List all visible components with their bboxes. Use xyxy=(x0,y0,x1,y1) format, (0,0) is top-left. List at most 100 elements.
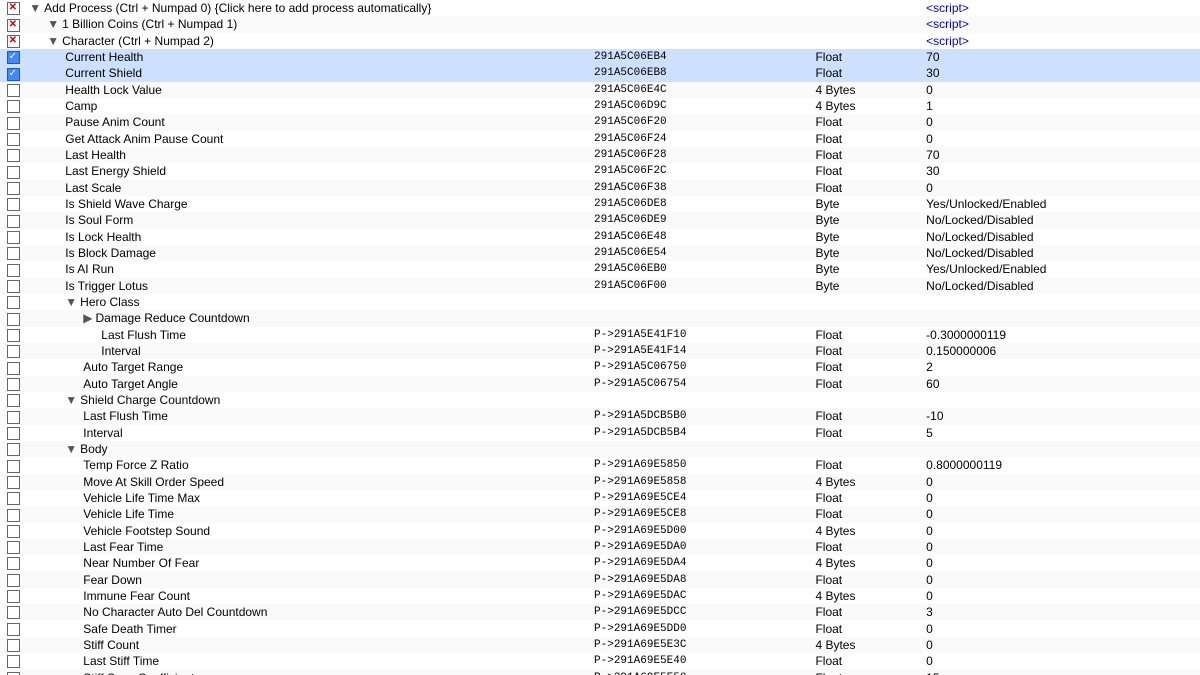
table-row[interactable]: Pause Anim Count291A5C06F20Float0 xyxy=(0,114,1200,130)
table-row[interactable]: Last Stiff TimeP->291A69E5E40Float0 xyxy=(0,653,1200,669)
entry-value[interactable]: 0 xyxy=(923,490,1200,506)
table-row[interactable]: Is AI Run291A5C06EB0ByteYes/Unlocked/Ena… xyxy=(0,261,1200,277)
table-row[interactable]: Last Fear TimeP->291A69E5DA0Float0 xyxy=(0,539,1200,555)
checkbox-cell[interactable] xyxy=(0,441,26,457)
entry-value[interactable]: 0.150000006 xyxy=(923,343,1200,359)
checkbox-cell[interactable] xyxy=(0,196,26,212)
checkbox-cell[interactable] xyxy=(0,653,26,669)
checkbox-cell[interactable] xyxy=(0,376,26,392)
table-row[interactable]: ▼Character (Ctrl + Numpad 2)<script> xyxy=(0,33,1200,49)
checkbox-cell[interactable] xyxy=(0,637,26,653)
entry-value[interactable]: <script> xyxy=(923,0,1200,16)
checkbox-cell[interactable] xyxy=(0,82,26,98)
entry-value[interactable]: 70 xyxy=(923,49,1200,65)
table-row[interactable]: Stiff CountP->291A69E5E3C4 Bytes0 xyxy=(0,637,1200,653)
entry-value[interactable] xyxy=(923,441,1200,457)
checkbox-cell[interactable] xyxy=(0,163,26,179)
tree-arrow-icon[interactable]: ▼ xyxy=(65,442,77,456)
checkbox-cell[interactable] xyxy=(0,359,26,375)
table-row[interactable]: No Character Auto Del CountdownP->291A69… xyxy=(0,604,1200,620)
entry-value[interactable]: 60 xyxy=(923,376,1200,392)
entry-value[interactable]: 30 xyxy=(923,65,1200,81)
entry-value[interactable]: -0.3000000119 xyxy=(923,327,1200,343)
entry-value[interactable]: 2 xyxy=(923,359,1200,375)
entry-value[interactable]: No/Locked/Disabled xyxy=(923,229,1200,245)
entry-value[interactable]: 3 xyxy=(923,604,1200,620)
table-row[interactable]: ✓Current Health291A5C06EB4Float70 xyxy=(0,49,1200,65)
checkbox-cell[interactable] xyxy=(0,539,26,555)
table-row[interactable]: Near Number Of FearP->291A69E5DA44 Bytes… xyxy=(0,555,1200,571)
checkbox-cell[interactable] xyxy=(0,16,26,32)
checkbox-cell[interactable] xyxy=(0,474,26,490)
table-row[interactable]: Fear DownP->291A69E5DA8Float0 xyxy=(0,571,1200,587)
tree-arrow-icon[interactable]: ▼ xyxy=(29,1,41,15)
entry-value[interactable]: No/Locked/Disabled xyxy=(923,278,1200,294)
checkbox-cell[interactable] xyxy=(0,343,26,359)
table-row[interactable]: Health Lock Value291A5C06E4C4 Bytes0 xyxy=(0,82,1200,98)
checkbox-cell[interactable] xyxy=(0,392,26,408)
table-row[interactable]: Is Block Damage291A5C06E54ByteNo/Locked/… xyxy=(0,245,1200,261)
entry-value[interactable]: 0 xyxy=(923,506,1200,522)
checkbox-cell[interactable] xyxy=(0,408,26,424)
table-row[interactable]: Stiff Save CoefficientP->291A69E5E50Floa… xyxy=(0,669,1200,675)
table-row[interactable]: Auto Target AngleP->291A5C06754Float60 xyxy=(0,376,1200,392)
entry-value[interactable] xyxy=(923,294,1200,310)
entry-value[interactable]: No/Locked/Disabled xyxy=(923,212,1200,228)
entry-value[interactable]: 5 xyxy=(923,425,1200,441)
checkbox-cell[interactable] xyxy=(0,310,26,326)
checkbox-cell[interactable] xyxy=(0,425,26,441)
checkbox-cell[interactable] xyxy=(0,294,26,310)
table-row[interactable]: Vehicle Footstep SoundP->291A69E5D004 By… xyxy=(0,523,1200,539)
table-row[interactable]: Last Energy Shield291A5C06F2CFloat30 xyxy=(0,163,1200,179)
entry-value[interactable]: Yes/Unlocked/Enabled xyxy=(923,196,1200,212)
checkbox-cell[interactable] xyxy=(0,98,26,114)
entry-value[interactable]: -10 xyxy=(923,408,1200,424)
tree-arrow-icon[interactable]: ▼ xyxy=(47,34,59,48)
checkbox-cell[interactable] xyxy=(0,261,26,277)
entry-value[interactable]: No/Locked/Disabled xyxy=(923,245,1200,261)
checkbox-cell[interactable] xyxy=(0,33,26,49)
table-row[interactable]: ▼Hero Class xyxy=(0,294,1200,310)
table-row[interactable]: ▶Damage Reduce Countdown xyxy=(0,310,1200,326)
entry-value[interactable]: <script> xyxy=(923,33,1200,49)
entry-value[interactable]: 70 xyxy=(923,147,1200,163)
table-row[interactable]: IntervalP->291A5E41F14Float0.150000006 xyxy=(0,343,1200,359)
tree-arrow-icon[interactable]: ▶ xyxy=(83,311,92,325)
checkbox-cell[interactable] xyxy=(0,327,26,343)
entry-value[interactable]: <script> xyxy=(923,16,1200,32)
table-row[interactable]: Immune Fear CountP->291A69E5DAC4 Bytes0 xyxy=(0,588,1200,604)
table-row[interactable]: ▼Body xyxy=(0,441,1200,457)
entry-value[interactable]: 0 xyxy=(923,131,1200,147)
table-row[interactable]: Camp291A5C06D9C4 Bytes1 xyxy=(0,98,1200,114)
table-row[interactable]: Move At Skill Order SpeedP->291A69E58584… xyxy=(0,474,1200,490)
checkbox-cell[interactable] xyxy=(0,571,26,587)
checkbox-cell[interactable] xyxy=(0,669,26,675)
entry-value[interactable]: 30 xyxy=(923,163,1200,179)
table-row[interactable]: IntervalP->291A5DCB5B4Float5 xyxy=(0,425,1200,441)
checkbox-cell[interactable] xyxy=(0,147,26,163)
entry-value[interactable] xyxy=(923,392,1200,408)
table-row[interactable]: Safe Death TimerP->291A69E5DD0Float0 xyxy=(0,620,1200,636)
entry-value[interactable]: 1 xyxy=(923,98,1200,114)
table-row[interactable]: Last Flush TimeP->291A5E41F10Float-0.300… xyxy=(0,327,1200,343)
checkbox-cell[interactable] xyxy=(0,180,26,196)
tree-arrow-icon[interactable]: ▼ xyxy=(65,295,77,309)
checkbox-cell[interactable] xyxy=(0,490,26,506)
cheat-engine-table[interactable]: ▼Add Process (Ctrl + Numpad 0) {Click he… xyxy=(0,0,1200,675)
entry-value[interactable]: 0 xyxy=(923,180,1200,196)
table-row[interactable]: Is Lock Health291A5C06E48ByteNo/Locked/D… xyxy=(0,229,1200,245)
checkbox-cell[interactable] xyxy=(0,506,26,522)
table-row[interactable]: ▼Add Process (Ctrl + Numpad 0) {Click he… xyxy=(0,0,1200,16)
table-row[interactable]: Get Attack Anim Pause Count291A5C06F24Fl… xyxy=(0,131,1200,147)
table-row[interactable]: ✓Current Shield291A5C06EB8Float30 xyxy=(0,65,1200,81)
table-row[interactable]: Last Flush TimeP->291A5DCB5B0Float-10 xyxy=(0,408,1200,424)
tree-arrow-icon[interactable]: ▼ xyxy=(65,393,77,407)
checkbox-cell[interactable]: ✓ xyxy=(0,65,26,81)
table-row[interactable]: Is Trigger Lotus291A5C06F00ByteNo/Locked… xyxy=(0,278,1200,294)
checkbox-cell[interactable] xyxy=(0,555,26,571)
checkbox-cell[interactable] xyxy=(0,229,26,245)
checkbox-cell[interactable] xyxy=(0,620,26,636)
entry-value[interactable]: 0 xyxy=(923,555,1200,571)
table-row[interactable]: ▼Shield Charge Countdown xyxy=(0,392,1200,408)
table-row[interactable]: Is Shield Wave Charge291A5C06DE8ByteYes/… xyxy=(0,196,1200,212)
